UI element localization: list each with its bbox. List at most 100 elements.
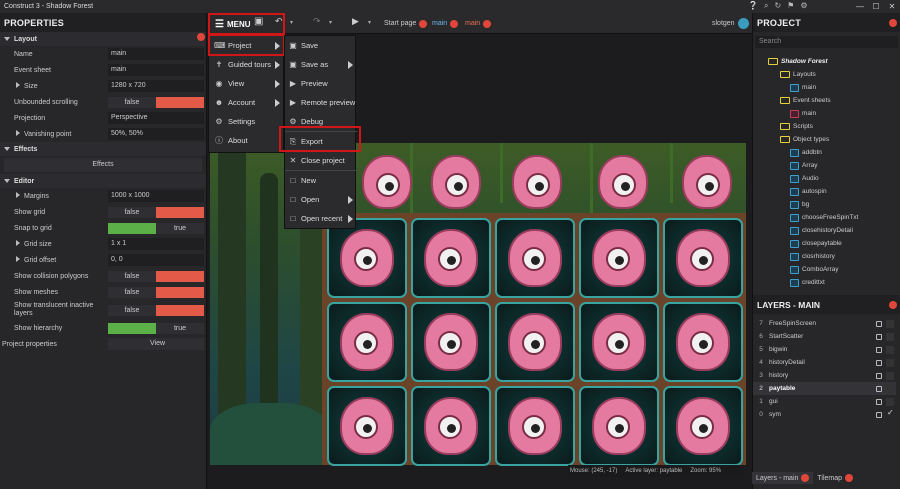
minimize-button[interactable]: — [852,0,868,13]
project-search-input[interactable]: Search [755,36,898,48]
layer-row[interactable]: 5 bigwin [753,343,896,356]
reel-tile[interactable] [495,302,575,382]
menu-item-view[interactable]: ◉ View [209,74,285,93]
layer-row[interactable]: 0 sym ✓ [753,408,896,421]
lock-icon[interactable] [876,399,882,405]
vanishing-field[interactable]: 50%, 50% [108,128,204,140]
menu-item-guided-tours[interactable]: ✝ Guided tours [209,55,285,74]
tree-object[interactable]: chooseFreeSpinTxt [790,211,858,224]
section-effects[interactable]: Effects [0,142,206,156]
menu-button[interactable]: ☰ MENU [208,13,285,35]
undo-icon[interactable]: ↶ [275,16,283,27]
tree-object[interactable]: Audio [790,172,819,185]
tab-main-layout[interactable]: main [432,18,459,29]
settings-icon[interactable]: ⚙ [800,1,807,11]
menu-item-close-project[interactable]: ✕ Close project [285,151,357,170]
tree-root[interactable]: Shadow Forest [768,55,828,68]
reel-tile[interactable] [663,302,743,382]
tree-folder-object-types[interactable]: Object types [780,133,829,146]
name-field[interactable]: main [108,48,204,60]
reel-tile[interactable] [411,302,491,382]
menu-item-remote-preview[interactable]: ▶ Remote preview [285,93,357,112]
tree-object[interactable]: closrhistory [790,250,835,263]
visibility-checkbox[interactable] [886,372,894,380]
menu-item-settings[interactable]: ⚙ Settings [209,112,285,131]
reel-tile[interactable] [327,218,407,298]
reel-tile[interactable] [327,302,407,382]
show-translucent-toggle[interactable]: false [108,304,204,316]
redo-icon[interactable]: ↷ [313,16,321,27]
show-hierarchy-toggle[interactable]: true [108,322,204,334]
tab-layers[interactable]: Layers - main [752,472,814,484]
lock-icon[interactable] [876,373,882,379]
top-symbol[interactable] [588,147,658,217]
reel-tile[interactable] [663,218,743,298]
reel-tile[interactable] [579,218,659,298]
avatar[interactable] [737,18,749,29]
user-account[interactable]: slotgen [712,18,749,29]
tab-start-page[interactable]: Start page [384,18,428,29]
chevron-down-icon[interactable]: ▾ [329,19,332,26]
lock-icon[interactable] [876,347,882,353]
lock-icon[interactable] [876,360,882,366]
show-collision-toggle[interactable]: false [108,270,204,282]
size-field[interactable]: 1280 x 720 [108,80,204,92]
refresh-icon[interactable]: ↻ [774,1,781,11]
search-icon[interactable]: ⌕ [764,1,768,11]
menu-item-save-as[interactable]: ▣ Save as [285,55,357,74]
chevron-down-icon[interactable]: ▾ [368,19,371,26]
effects-button[interactable]: Effects [4,158,202,172]
close-tab-icon[interactable] [845,474,854,482]
layer-row[interactable]: 7 FreeSpinScreen [753,317,896,330]
close-tab-icon[interactable] [483,19,492,28]
reel-tile[interactable] [411,218,491,298]
visibility-checkbox[interactable] [886,320,894,328]
top-symbol[interactable] [502,147,572,217]
visibility-checkbox[interactable] [886,359,894,367]
play-icon[interactable]: ▶ [352,16,359,27]
reel-tile[interactable] [579,302,659,382]
close-button[interactable]: ✕ [884,0,900,13]
reel-tile[interactable] [579,386,659,466]
event-sheet-select[interactable]: main [108,64,204,76]
menu-item-about[interactable]: ⓘ About [209,131,285,150]
addon-icon[interactable]: ⚑ [787,1,794,11]
grid-offset-field[interactable]: 0, 0 [108,254,204,266]
show-meshes-toggle[interactable]: false [108,286,204,298]
visibility-checkbox[interactable] [886,398,894,406]
margins-field[interactable]: 1000 x 1000 [108,190,204,202]
tab-tilemap[interactable]: Tilemap [813,472,857,484]
projection-select[interactable]: Perspective [108,112,204,124]
reel-tile[interactable] [327,386,407,466]
lock-icon[interactable] [876,321,882,327]
layer-row[interactable]: 3 history [753,369,896,382]
tree-folder-layouts[interactable]: Layouts [780,68,816,81]
layer-row-active[interactable]: 2 paytable [753,382,896,395]
lock-icon[interactable] [876,412,882,418]
reel-tile[interactable] [663,386,743,466]
visibility-checkbox[interactable] [886,346,894,354]
close-panel-icon[interactable] [889,19,897,27]
close-tab-icon[interactable] [450,19,459,28]
visibility-checkbox[interactable] [886,385,894,393]
grid-size-field[interactable]: 1 x 1 [108,238,204,250]
tree-folder-scripts[interactable]: Scripts [780,120,813,133]
tree-object[interactable]: autospin [790,185,827,198]
close-tab-icon[interactable] [801,474,810,482]
checkmark-icon[interactable]: ✓ [887,408,894,417]
chevron-down-icon[interactable]: ▾ [290,19,293,26]
reel-tile[interactable] [495,218,575,298]
section-editor[interactable]: Editor [0,174,206,188]
layer-row[interactable]: 6 StartScatter [753,330,896,343]
tree-object[interactable]: closehistoryDetail [790,224,853,237]
tree-object[interactable]: addbtn [790,146,822,159]
menu-item-open-recent[interactable]: □ Open recent [285,209,357,228]
tree-sheet-main[interactable]: main [790,107,816,120]
close-panel-icon[interactable] [889,301,897,309]
unbounded-toggle[interactable]: false [108,96,204,108]
top-symbol[interactable] [352,147,422,217]
visibility-checkbox[interactable] [886,333,894,341]
lock-icon[interactable] [876,334,882,340]
tree-object[interactable]: credittxt [790,276,825,289]
menu-item-preview[interactable]: ▶ Preview [285,74,357,93]
